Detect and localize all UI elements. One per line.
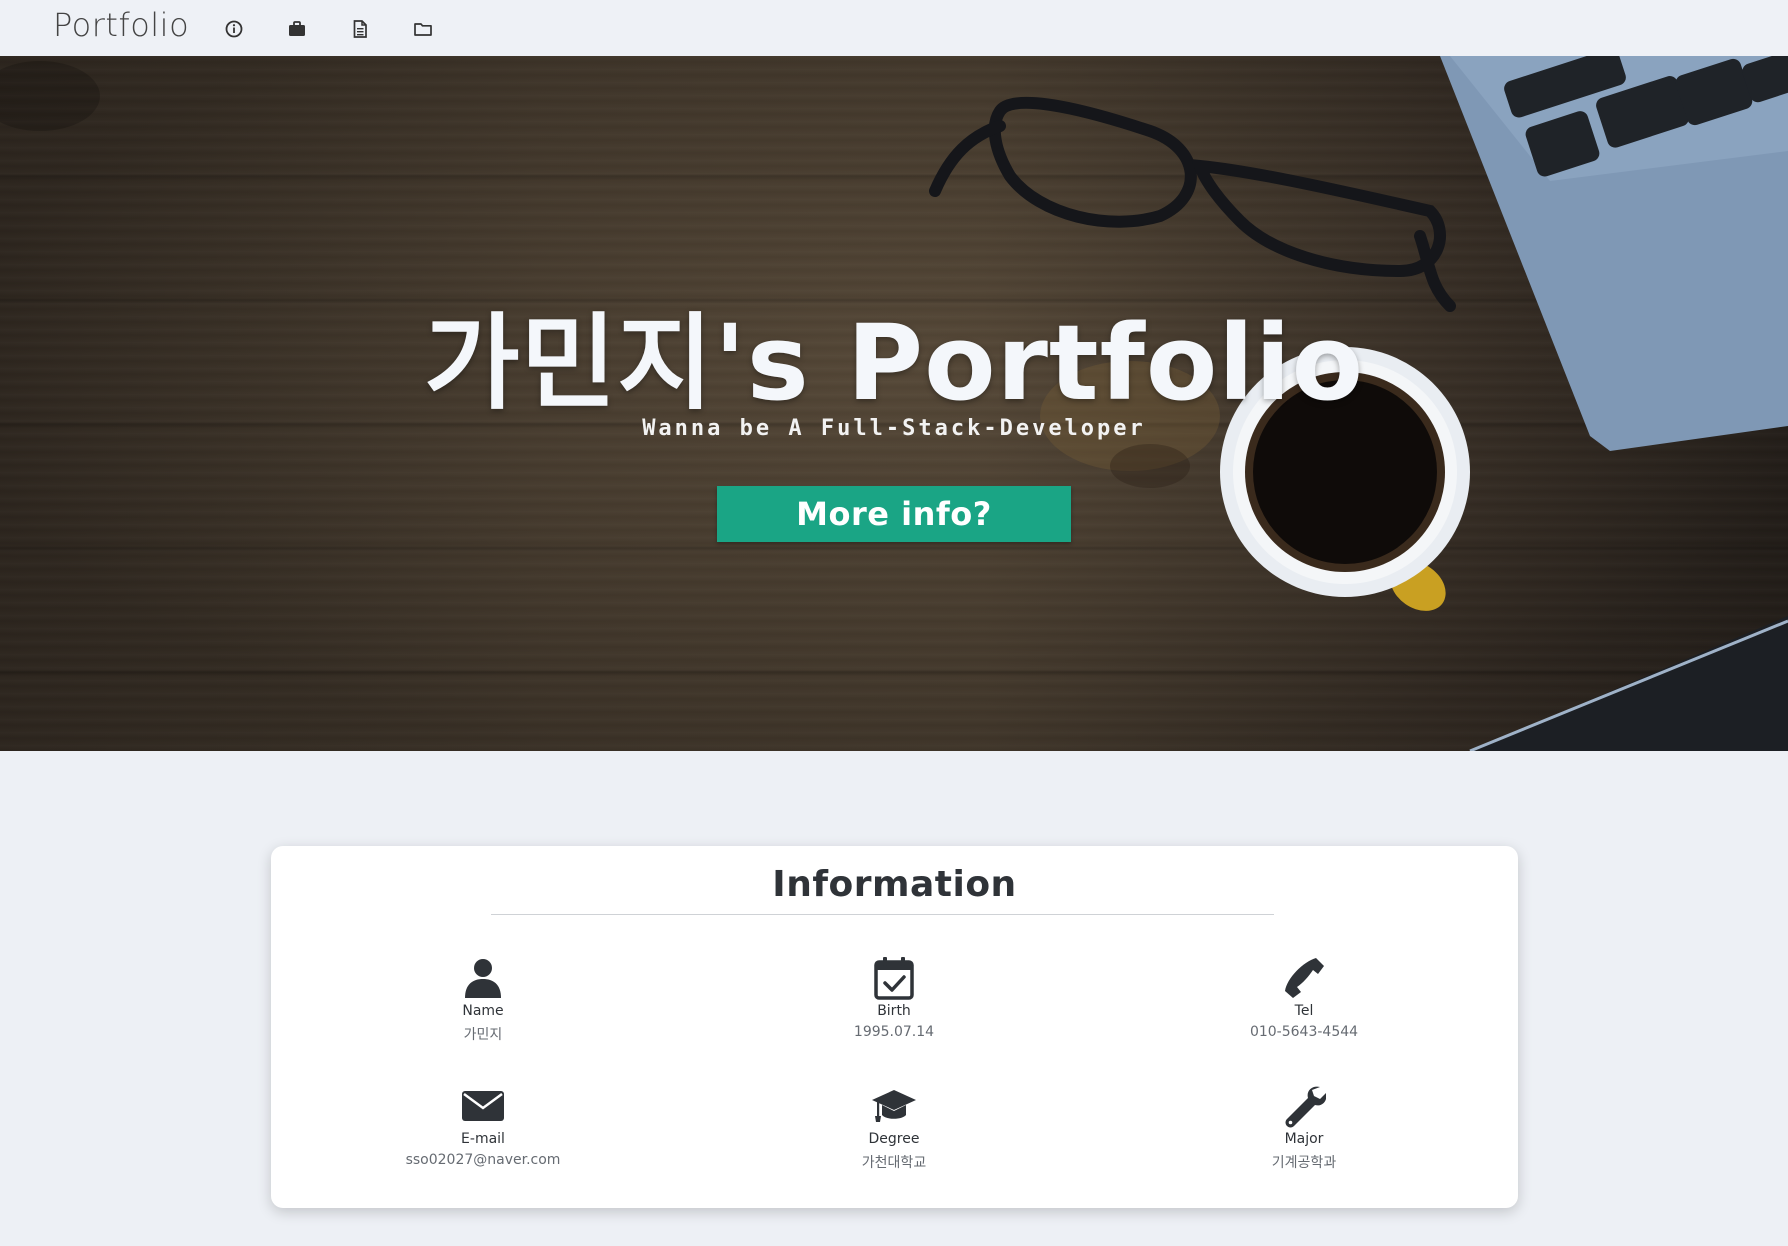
navbar: Portfolio — [0, 0, 1788, 56]
hero-subtitle: Wanna be A Full-Stack-Developer — [642, 416, 1146, 441]
folder-icon[interactable] — [413, 19, 433, 39]
user-icon — [461, 956, 505, 1000]
info-value: 가천대학교 — [861, 1155, 927, 1171]
briefcase-icon[interactable] — [287, 19, 307, 39]
info-value: 기계공학과 — [1271, 1155, 1337, 1171]
graduation-cap-icon — [872, 1084, 916, 1128]
wrench-icon — [1282, 1084, 1326, 1128]
more-info-button[interactable]: More info? — [717, 486, 1071, 542]
info-item-tel: Tel 010-5643-4544 — [1184, 956, 1424, 1040]
info-item-name: Name 가민지 — [363, 956, 603, 1044]
hero-title: 가민지's Portfolio — [423, 302, 1365, 424]
info-value: 가민지 — [463, 1027, 503, 1043]
calendar-check-icon — [872, 956, 916, 1000]
info-icon[interactable] — [224, 19, 244, 39]
info-value: 1995.07.14 — [853, 1024, 935, 1040]
info-label: Tel — [1294, 1003, 1314, 1019]
information-card: Information Name 가민지 Birth 1995.07.14 Te… — [271, 846, 1518, 1208]
info-label: Birth — [877, 1003, 911, 1019]
info-value: 010-5643-4544 — [1249, 1024, 1359, 1040]
information-title: Information — [772, 864, 1017, 905]
info-label: Major — [1284, 1131, 1324, 1147]
envelope-icon — [461, 1084, 505, 1128]
info-label: E-mail — [461, 1131, 505, 1147]
document-icon[interactable] — [350, 19, 370, 39]
info-item-major: Major 기계공학과 — [1184, 1084, 1424, 1172]
brand-logo[interactable]: Portfolio — [53, 6, 189, 44]
hero-banner: 가민지's Portfolio Wanna be A Full-Stack-De… — [0, 56, 1788, 751]
phone-icon — [1282, 956, 1326, 1000]
info-value: sso02027@naver.com — [405, 1152, 561, 1168]
info-item-email: E-mail sso02027@naver.com — [363, 1084, 603, 1168]
info-label: Name — [462, 1003, 504, 1019]
info-label: Degree — [868, 1131, 920, 1147]
info-item-birth: Birth 1995.07.14 — [774, 956, 1014, 1040]
info-item-degree: Degree 가천대학교 — [774, 1084, 1014, 1172]
title-divider — [491, 914, 1274, 915]
